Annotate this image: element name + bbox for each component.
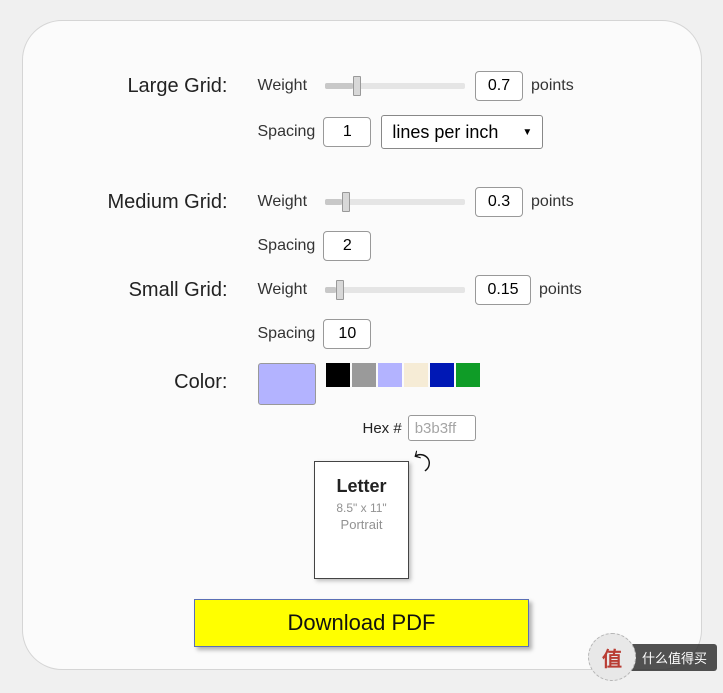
large-grid-weight-row: Large Grid: Weight points — [63, 71, 661, 101]
hex-input[interactable] — [408, 415, 476, 441]
spacing-label: Spacing — [258, 123, 316, 141]
large-grid-spacing-row: Spacing lines per inch ▼ — [63, 115, 661, 149]
color-preview[interactable] — [258, 363, 316, 405]
paper-dimensions: 8.5" x 11" — [315, 501, 408, 515]
weight-unit: points — [531, 77, 574, 95]
small-grid-weight-input[interactable] — [475, 275, 531, 305]
medium-grid-weight-slider[interactable] — [325, 199, 465, 205]
small-grid-weight-slider[interactable] — [325, 287, 465, 293]
weight-unit: points — [531, 193, 574, 211]
badge-circle: 值 — [588, 633, 636, 681]
spacing-unit-value: lines per inch — [392, 122, 498, 143]
color-row: Color: — [63, 363, 661, 405]
small-grid-label: Small Grid: — [63, 279, 258, 302]
settings-panel: Large Grid: Weight points Spacing lines … — [22, 20, 702, 670]
weight-label: Weight — [258, 193, 308, 211]
color-swatch[interactable] — [326, 363, 350, 387]
color-swatch[interactable] — [352, 363, 376, 387]
paper-title: Letter — [315, 476, 408, 497]
paper-orientation: Portrait — [315, 517, 408, 532]
spacing-label: Spacing — [258, 325, 316, 343]
medium-grid-spacing-input[interactable] — [323, 231, 371, 261]
weight-label: Weight — [258, 281, 308, 299]
medium-grid-label: Medium Grid: — [63, 191, 258, 214]
chevron-down-icon: ▼ — [522, 127, 532, 138]
spacing-unit-select[interactable]: lines per inch ▼ — [381, 115, 543, 149]
large-grid-weight-slider[interactable] — [325, 83, 465, 89]
weight-label: Weight — [258, 77, 308, 95]
download-pdf-button[interactable]: Download PDF — [194, 599, 529, 647]
spacing-label: Spacing — [258, 237, 316, 255]
color-swatch[interactable] — [378, 363, 402, 387]
medium-grid-spacing-row: Spacing — [63, 231, 661, 261]
hex-label: Hex # — [363, 420, 402, 437]
paper-area: ⤺ Letter 8.5" x 11" Portrait — [63, 461, 661, 579]
color-swatch[interactable] — [430, 363, 454, 387]
large-grid-spacing-input[interactable] — [323, 117, 371, 147]
weight-unit: points — [539, 281, 582, 299]
rotate-icon[interactable]: ⤺ — [407, 442, 441, 475]
watermark-badge: 值 什么值得买 — [588, 633, 717, 681]
large-grid-label: Large Grid: — [63, 75, 258, 98]
medium-grid-weight-input[interactable] — [475, 187, 523, 217]
paper-card[interactable]: ⤺ Letter 8.5" x 11" Portrait — [314, 461, 409, 579]
color-swatches — [326, 363, 482, 387]
small-grid-weight-row: Small Grid: Weight points — [63, 275, 661, 305]
badge-text: 什么值得买 — [624, 644, 717, 671]
color-swatch[interactable] — [456, 363, 480, 387]
color-swatch[interactable] — [404, 363, 428, 387]
hex-row: Hex # — [363, 415, 661, 441]
small-grid-spacing-row: Spacing — [63, 319, 661, 349]
large-grid-weight-input[interactable] — [475, 71, 523, 101]
medium-grid-weight-row: Medium Grid: Weight points — [63, 187, 661, 217]
color-label: Color: — [63, 363, 258, 394]
small-grid-spacing-input[interactable] — [323, 319, 371, 349]
